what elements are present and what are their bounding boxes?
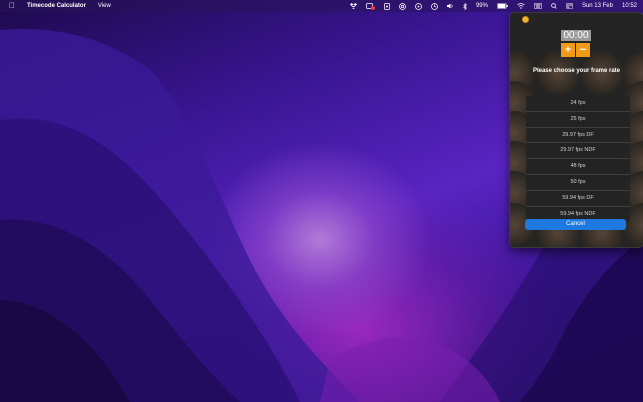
decrement-button[interactable]: − [576,43,590,57]
frame-rate-option[interactable]: 29.97 fps DF [526,127,630,144]
shield-icon[interactable] [384,0,390,12]
menu-app-name[interactable]: Timecode Calculator [27,3,86,9]
spotlight-search-icon[interactable] [551,0,557,12]
keyboard-icon[interactable] [533,0,542,12]
frame-rate-option[interactable]: 48 fps [526,159,630,175]
timecode-calculator-window: 00:00 + − Please choose your frame rate … [509,12,643,248]
timer-icon[interactable] [431,0,438,12]
dropbox-icon[interactable] [349,0,357,12]
control-center-icon[interactable] [565,0,573,12]
menubar-date[interactable]: Sun 13 Feb [582,0,613,12]
frame-rate-prompt: Please choose your frame rate [532,68,621,74]
menu-bar:  Timecode Calculator View 99% [0,0,643,12]
battery-percent: 99% [475,3,488,9]
timecode-display: 00:00 [561,30,591,41]
screen-record-icon[interactable] [366,0,375,12]
play-icon[interactable] [415,0,422,12]
increment-button[interactable]: + [561,43,575,57]
frame-rate-option[interactable]: 29.97 fps NDF [526,143,630,160]
frame-rate-option[interactable]: 25 fps [526,111,630,128]
wifi-icon[interactable] [517,0,525,12]
frame-rate-list: 24 fps 25 fps 29.97 fps DF 29.97 fps NDF… [526,96,630,222]
bluetooth-icon[interactable] [463,0,467,12]
volume-icon[interactable] [446,0,454,12]
apple-menu-icon[interactable]:  [9,0,15,12]
frame-rate-option[interactable]: 59.94 fps DF [526,190,630,207]
frame-rate-option[interactable]: 50 fps [526,174,630,191]
menu-view[interactable]: View [98,3,111,9]
at-sign-icon[interactable] [399,0,406,12]
battery-icon[interactable] [496,0,508,12]
cancel-button[interactable]: Cancel [525,219,626,230]
frame-rate-option[interactable]: 24 fps [526,96,630,112]
menubar-time[interactable]: 10:52 [622,0,637,12]
window-minimize-button[interactable] [522,16,529,23]
